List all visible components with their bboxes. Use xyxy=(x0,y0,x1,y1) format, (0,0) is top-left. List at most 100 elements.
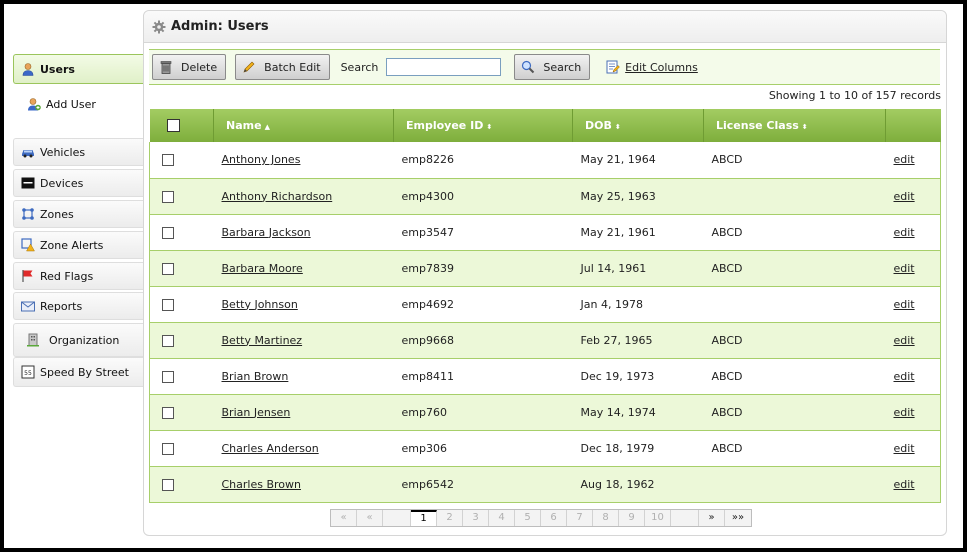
license-cell: ABCD xyxy=(703,430,886,467)
sidebar-item-users[interactable]: Users xyxy=(13,54,143,84)
license-cell: ABCD xyxy=(703,358,886,395)
edit-link[interactable]: edit xyxy=(894,153,915,166)
pager-page[interactable]: 8 xyxy=(593,510,619,526)
row-checkbox[interactable] xyxy=(162,190,174,203)
user-name-link[interactable]: Brian Jensen xyxy=(222,406,291,419)
employee-id-cell: emp3547 xyxy=(393,214,573,251)
employee-id-cell: emp4692 xyxy=(393,286,573,323)
license-cell xyxy=(703,286,886,323)
sidebar-item-label: Red Flags xyxy=(40,269,94,283)
sidebar-item-label: Devices xyxy=(40,176,84,190)
edit-link[interactable]: edit xyxy=(894,442,915,455)
delete-button-label: Delete xyxy=(181,60,218,74)
column-label: License Class xyxy=(716,119,799,132)
user-name-link[interactable]: Brian Brown xyxy=(222,370,289,383)
sidebar-item-vehicles[interactable]: Vehicles xyxy=(13,138,143,166)
license-cell: ABCD xyxy=(703,214,886,251)
svg-text:55: 55 xyxy=(24,370,32,377)
edit-link[interactable]: edit xyxy=(894,334,915,347)
table-header-row: Name ▲ Employee ID ⬍ DOB ⬍ License Class ⬍ xyxy=(149,109,941,142)
license-cell: ABCD xyxy=(703,322,886,359)
edit-link[interactable]: edit xyxy=(894,406,915,419)
sidebar-item-zone-alerts[interactable]: Zone Alerts xyxy=(13,231,143,259)
edit-link[interactable]: edit xyxy=(894,370,915,383)
employee-id-cell: emp4300 xyxy=(393,178,573,215)
user-name-link[interactable]: Charles Brown xyxy=(222,478,302,491)
user-name-link[interactable]: Charles Anderson xyxy=(222,442,319,455)
sort-both-icon: ⬍ xyxy=(614,123,621,131)
edit-link[interactable]: edit xyxy=(894,298,915,311)
employee-id-cell: emp8226 xyxy=(393,142,573,179)
sort-both-icon: ⬍ xyxy=(801,123,808,131)
user-name-link[interactable]: Barbara Jackson xyxy=(222,226,311,239)
sidebar-item-devices[interactable]: Devices xyxy=(13,169,143,197)
add-user-icon xyxy=(27,97,41,111)
sidebar-item-zones[interactable]: Zones xyxy=(13,200,143,228)
edit-columns-label: Edit Columns xyxy=(625,60,698,74)
sidebar-item-reports[interactable]: Reports xyxy=(13,292,143,320)
batch-edit-button[interactable]: Batch Edit xyxy=(235,54,330,80)
row-checkbox[interactable] xyxy=(162,262,174,275)
column-header-dob[interactable]: DOB ⬍ xyxy=(572,109,704,142)
row-checkbox[interactable] xyxy=(162,154,174,167)
user-name-link[interactable]: Anthony Richardson xyxy=(222,190,333,203)
sort-ascending-icon: ▲ xyxy=(264,123,270,131)
sidebar-item-organization[interactable]: Organization xyxy=(13,323,143,357)
edit-link[interactable]: edit xyxy=(894,190,915,203)
delete-button[interactable]: Delete xyxy=(152,54,227,80)
pager-page-current[interactable]: 1 xyxy=(411,510,437,526)
pager-last-button[interactable]: »» xyxy=(725,510,751,526)
pager-first-button[interactable]: « xyxy=(331,510,357,526)
pager-prev-button[interactable]: « xyxy=(357,510,383,526)
sidebar-item-label: Reports xyxy=(40,299,83,313)
pager-page[interactable]: 9 xyxy=(619,510,645,526)
pager-page[interactable]: 5 xyxy=(515,510,541,526)
red-flag-icon xyxy=(21,269,35,283)
user-name-link[interactable]: Anthony Jones xyxy=(222,153,301,166)
row-checkbox[interactable] xyxy=(162,478,174,491)
row-checkbox[interactable] xyxy=(162,298,174,311)
row-checkbox[interactable] xyxy=(162,442,174,455)
edit-link[interactable]: edit xyxy=(894,262,915,275)
table-row: Betty Johnson emp4692 Jan 4, 1978 edit xyxy=(149,286,941,323)
pager-next-button[interactable]: » xyxy=(699,510,725,526)
table-row: Brian Jensen emp760 May 14, 1974 ABCD ed… xyxy=(149,394,941,431)
column-header-employee-id[interactable]: Employee ID ⬍ xyxy=(393,109,573,142)
pencil-icon xyxy=(242,60,256,74)
sidebar-item-red-flags[interactable]: Red Flags xyxy=(13,262,143,290)
edit-columns-link[interactable]: Edit Columns xyxy=(606,60,698,74)
sidebar-item-add-user[interactable]: Add User xyxy=(13,90,143,118)
toolbar: Delete Batch Edit Search Search Edit Col… xyxy=(149,49,940,85)
pager-page[interactable]: 6 xyxy=(541,510,567,526)
search-button[interactable]: Search xyxy=(514,54,591,80)
trash-icon xyxy=(159,60,173,74)
dob-cell: Jul 14, 1961 xyxy=(572,250,704,287)
employee-id-cell: emp7839 xyxy=(393,250,573,287)
pager-page[interactable]: 4 xyxy=(489,510,515,526)
pager-page[interactable]: 7 xyxy=(567,510,593,526)
row-checkbox[interactable] xyxy=(162,370,174,383)
edit-link[interactable]: edit xyxy=(894,478,915,491)
table-row: Barbara Jackson emp3547 May 21, 1961 ABC… xyxy=(149,214,941,251)
select-all-checkbox[interactable] xyxy=(166,119,180,133)
row-checkbox[interactable] xyxy=(162,406,174,419)
column-header-license-class[interactable]: License Class ⬍ xyxy=(703,109,886,142)
search-input[interactable] xyxy=(386,58,502,76)
user-name-link[interactable]: Betty Johnson xyxy=(222,298,298,311)
batch-edit-button-label: Batch Edit xyxy=(264,60,321,74)
row-checkbox[interactable] xyxy=(162,226,174,239)
sidebar-item-speed-by-street[interactable]: 55 Speed By Street xyxy=(13,357,143,387)
edit-link[interactable]: edit xyxy=(894,226,915,239)
pager-page[interactable]: 10 xyxy=(645,510,671,526)
zones-icon xyxy=(21,207,35,221)
employee-id-cell: emp8411 xyxy=(393,358,573,395)
column-label: Employee ID xyxy=(406,119,484,132)
column-header-name[interactable]: Name ▲ xyxy=(213,109,394,142)
user-name-link[interactable]: Betty Martinez xyxy=(222,334,303,347)
pager-page[interactable]: 3 xyxy=(463,510,489,526)
row-checkbox[interactable] xyxy=(162,334,174,347)
dob-cell: Feb 27, 1965 xyxy=(572,322,704,359)
pager-spacer xyxy=(671,510,699,526)
pager-page[interactable]: 2 xyxy=(437,510,463,526)
user-name-link[interactable]: Barbara Moore xyxy=(222,262,303,275)
